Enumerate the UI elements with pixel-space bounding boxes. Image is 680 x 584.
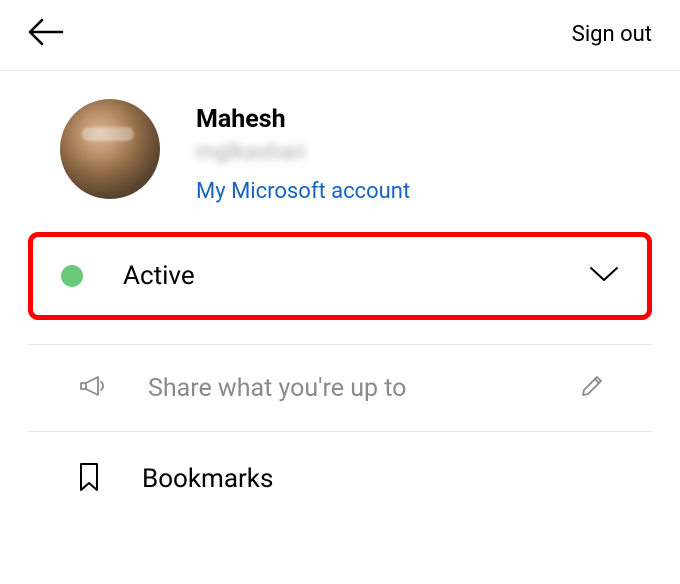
share-status-row[interactable]: Share what you're up to <box>28 344 652 432</box>
status-dot-icon <box>61 265 83 287</box>
status-row[interactable]: Active <box>28 232 652 320</box>
profile-info: Mahesh mglkaohari My Microsoft account <box>196 99 410 204</box>
share-placeholder: Share what you're up to <box>148 374 580 403</box>
profile-name: Mahesh <box>196 105 410 134</box>
back-arrow-icon[interactable] <box>28 18 64 50</box>
microsoft-account-link[interactable]: My Microsoft account <box>196 179 410 204</box>
header: Sign out <box>0 0 680 71</box>
megaphone-icon <box>78 373 106 403</box>
bookmarks-label: Bookmarks <box>142 464 273 494</box>
status-label: Active <box>123 261 589 291</box>
profile-subtext: mglkaohari <box>196 140 410 165</box>
bookmark-icon <box>78 462 100 496</box>
bookmarks-row[interactable]: Bookmarks <box>28 432 652 526</box>
sign-out-button[interactable]: Sign out <box>572 22 652 47</box>
avatar <box>60 99 160 199</box>
pencil-icon <box>580 374 604 402</box>
profile-section: Mahesh mglkaohari My Microsoft account <box>0 71 680 232</box>
chevron-down-icon <box>589 266 619 286</box>
